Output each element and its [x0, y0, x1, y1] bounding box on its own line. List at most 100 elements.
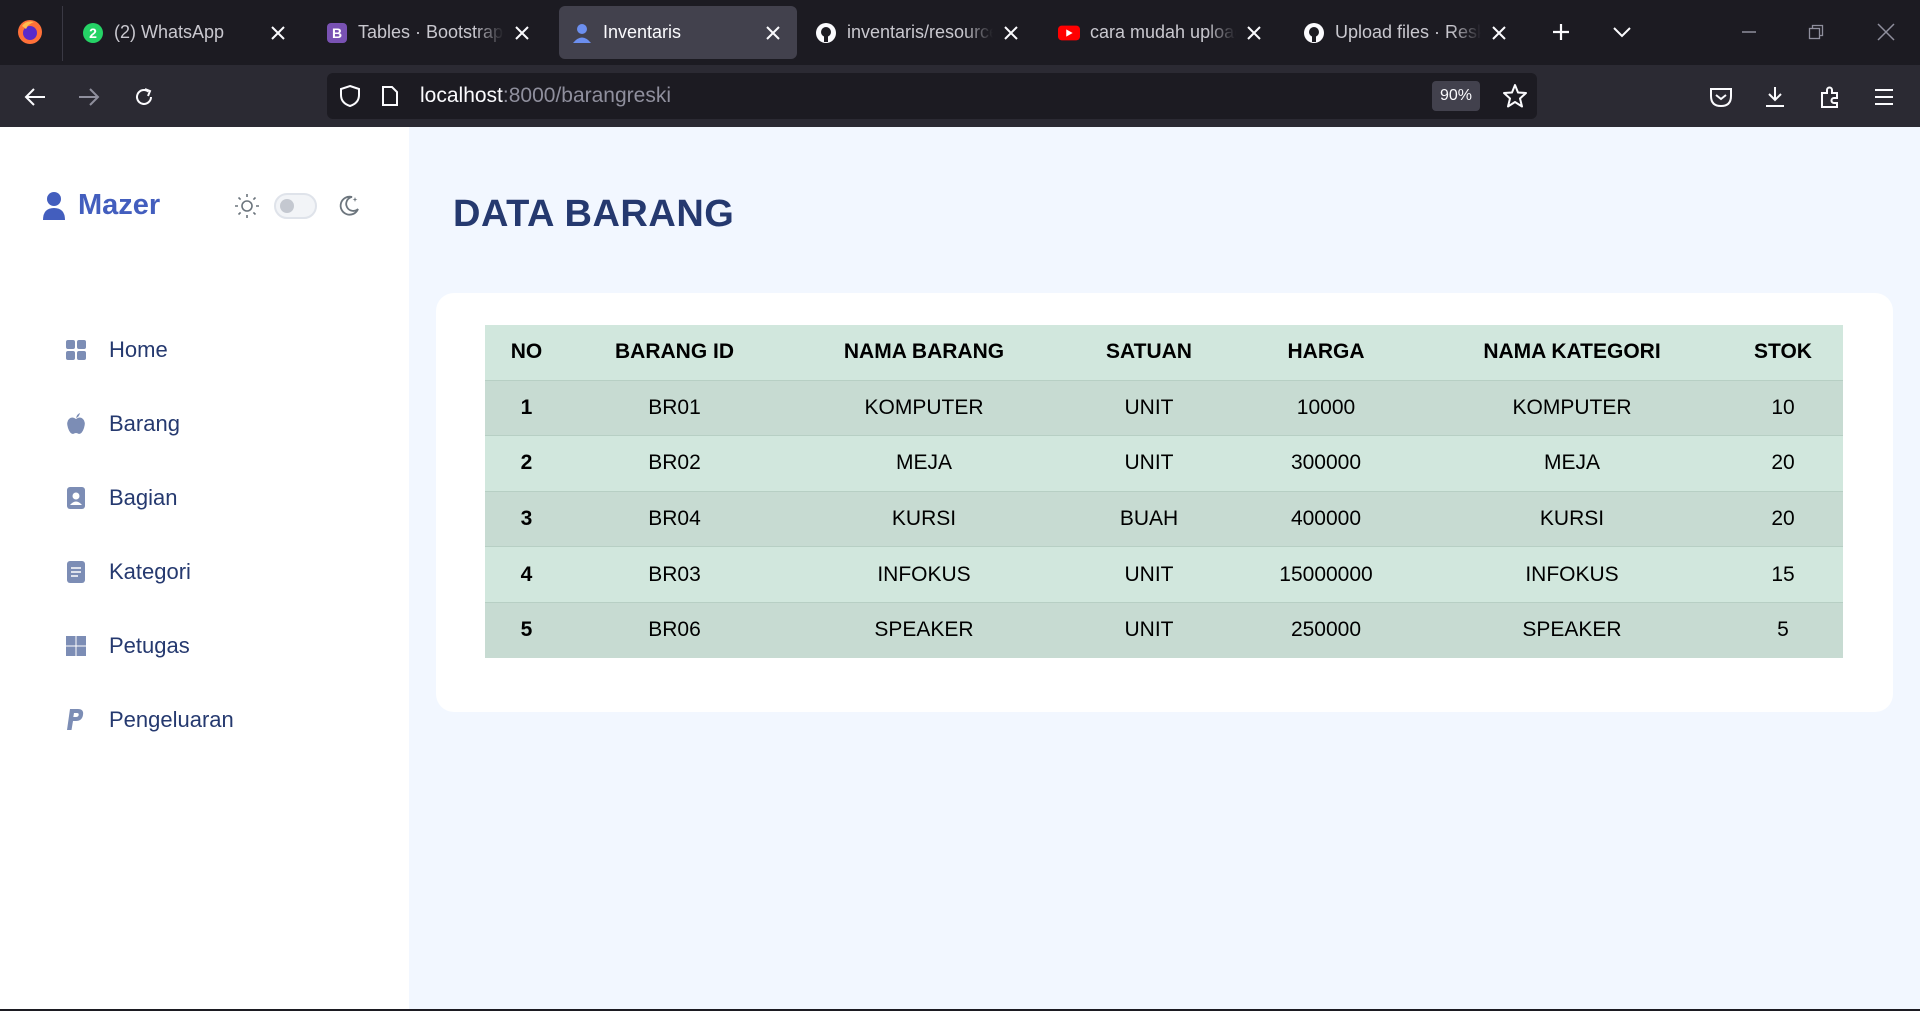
page-title: DATA BARANG [453, 193, 735, 235]
tab-whatsapp[interactable]: 2 (2) WhatsApp [70, 6, 302, 59]
sidebar-item-kategori[interactable]: Kategori [64, 535, 234, 609]
close-tab-icon[interactable] [761, 21, 785, 45]
sidebar-item-petugas[interactable]: Petugas [64, 609, 234, 683]
sidebar-item-label: Petugas [109, 633, 190, 658]
cell-harga: 15000000 [1231, 546, 1421, 603]
close-tab-icon[interactable] [510, 21, 534, 45]
cell-satuan: UNIT [1067, 435, 1231, 492]
column-header-nama-barang: NAMA BARANG [781, 325, 1067, 380]
document-icon [64, 560, 88, 584]
close-tab-icon[interactable] [1487, 21, 1511, 45]
cell-stok: 20 [1723, 435, 1843, 492]
windows-icon [64, 634, 88, 658]
sidebar-item-label: Barang [109, 411, 180, 436]
minimize-button[interactable] [1734, 17, 1764, 47]
cell-barang-id: BR06 [568, 601, 781, 658]
sidebar-item-pengeluaran[interactable]: Pengeluaran [64, 683, 234, 757]
sidebar-item-bagian[interactable]: Bagian [64, 461, 234, 535]
restore-button[interactable] [1801, 17, 1831, 47]
forward-button[interactable] [71, 79, 107, 115]
whatsapp-icon: 2 [82, 22, 104, 44]
pocket-button[interactable] [1703, 79, 1739, 115]
arrow-right-icon [79, 88, 100, 106]
brand-logo[interactable]: Mazer [42, 189, 160, 222]
svg-text:2: 2 [89, 25, 97, 41]
tab-inventaris[interactable]: Inventaris [559, 6, 797, 59]
tab-title: cara mudah upload [1090, 22, 1236, 42]
close-window-button[interactable] [1871, 17, 1901, 47]
column-header-no: NO [485, 325, 568, 380]
tab-title: Inventaris [603, 22, 682, 42]
theme-toggle[interactable] [274, 193, 317, 219]
grid-icon [64, 338, 88, 362]
sidebar: Mazer Home Barang Bagian Kategori Petuga… [0, 127, 409, 1009]
cell-harga: 250000 [1231, 601, 1421, 658]
main-content: DATA BARANG NO BARANG ID NAMA BARANG SAT… [409, 127, 1920, 1009]
cell-nama-kategori: KURSI [1421, 490, 1723, 547]
sidebar-item-barang[interactable]: Barang [64, 387, 234, 461]
table-row: 4 BR03 INFOKUS UNIT 15000000 INFOKUS 15 [485, 546, 1843, 603]
user-icon [43, 191, 65, 220]
column-header-satuan: SATUAN [1067, 325, 1231, 380]
cell-nama-kategori: MEJA [1421, 435, 1723, 492]
downloads-button[interactable] [1757, 79, 1793, 115]
apple-icon [64, 412, 88, 436]
sidebar-item-label: Home [109, 337, 168, 362]
bootstrap-icon: B [326, 22, 348, 44]
github-icon [1303, 22, 1325, 44]
cell-no: 5 [485, 601, 568, 658]
cell-satuan: UNIT [1067, 546, 1231, 603]
new-tab-button[interactable] [1546, 17, 1576, 47]
url-bar[interactable]: localhost:8000/barangreski 90% [327, 73, 1537, 119]
cell-barang-id: BR02 [568, 435, 781, 492]
cell-nama-barang: INFOKUS [781, 546, 1067, 603]
app-menu-button[interactable] [1866, 79, 1902, 115]
table-row: 2 BR02 MEJA UNIT 300000 MEJA 20 [485, 435, 1843, 492]
shield-icon[interactable] [339, 84, 361, 108]
close-icon [1877, 23, 1895, 41]
cell-stok: 10 [1723, 379, 1843, 436]
back-button[interactable] [17, 79, 53, 115]
close-tab-icon[interactable] [266, 21, 290, 45]
cell-satuan: UNIT [1067, 379, 1231, 436]
close-tab-icon[interactable] [1242, 21, 1266, 45]
cell-nama-barang: MEJA [781, 435, 1067, 492]
firefox-icon[interactable] [16, 18, 44, 46]
page-info-icon[interactable] [381, 85, 399, 107]
cell-no: 4 [485, 546, 568, 603]
sidebar-item-label: Pengeluaran [109, 707, 234, 732]
reload-button[interactable] [126, 79, 162, 115]
restore-icon [1808, 24, 1824, 40]
column-header-stok: STOK [1723, 325, 1843, 380]
table-row: 1 BR01 KOMPUTER UNIT 10000 KOMPUTER 10 [485, 379, 1843, 436]
data-table: NO BARANG ID NAMA BARANG SATUAN HARGA NA… [485, 325, 1843, 658]
cell-nama-kategori: KOMPUTER [1421, 379, 1723, 436]
tab-github-resources[interactable]: inventaris/resources [803, 6, 1035, 59]
browser-nav-bar: localhost:8000/barangreski 90% [0, 65, 1920, 127]
sidebar-menu: Home Barang Bagian Kategori Petugas Peng… [64, 313, 234, 757]
tab-github-upload[interactable]: Upload files · ReskiU [1291, 6, 1523, 59]
list-all-tabs-button[interactable] [1607, 17, 1637, 47]
extensions-button[interactable] [1812, 79, 1848, 115]
tab-title: inventaris/resources [847, 22, 993, 42]
url-host: localhost [420, 84, 503, 107]
url-text[interactable]: localhost:8000/barangreski [420, 84, 671, 108]
table-row: 5 BR06 SPEAKER UNIT 250000 SPEAKER 5 [485, 601, 1843, 658]
cell-stok: 20 [1723, 490, 1843, 547]
tab-youtube[interactable]: cara mudah upload [1046, 6, 1278, 59]
tab-separator [62, 6, 63, 61]
puzzle-icon [1821, 86, 1838, 108]
cell-nama-barang: KURSI [781, 490, 1067, 547]
tab-bootstrap[interactable]: B Tables · Bootstrap v5 [314, 6, 546, 59]
download-icon [1766, 87, 1784, 107]
zoom-indicator[interactable]: 90% [1432, 81, 1481, 111]
sidebar-item-home[interactable]: Home [64, 313, 234, 387]
sidebar-item-label: Kategori [109, 559, 191, 584]
chevron-down-icon [1613, 27, 1631, 38]
cell-satuan: BUAH [1067, 490, 1231, 547]
bookmark-star-icon[interactable] [1502, 83, 1528, 109]
close-tab-icon[interactable] [999, 21, 1023, 45]
cell-harga: 300000 [1231, 435, 1421, 492]
reload-icon [136, 88, 152, 105]
pocket-icon [1710, 88, 1732, 108]
